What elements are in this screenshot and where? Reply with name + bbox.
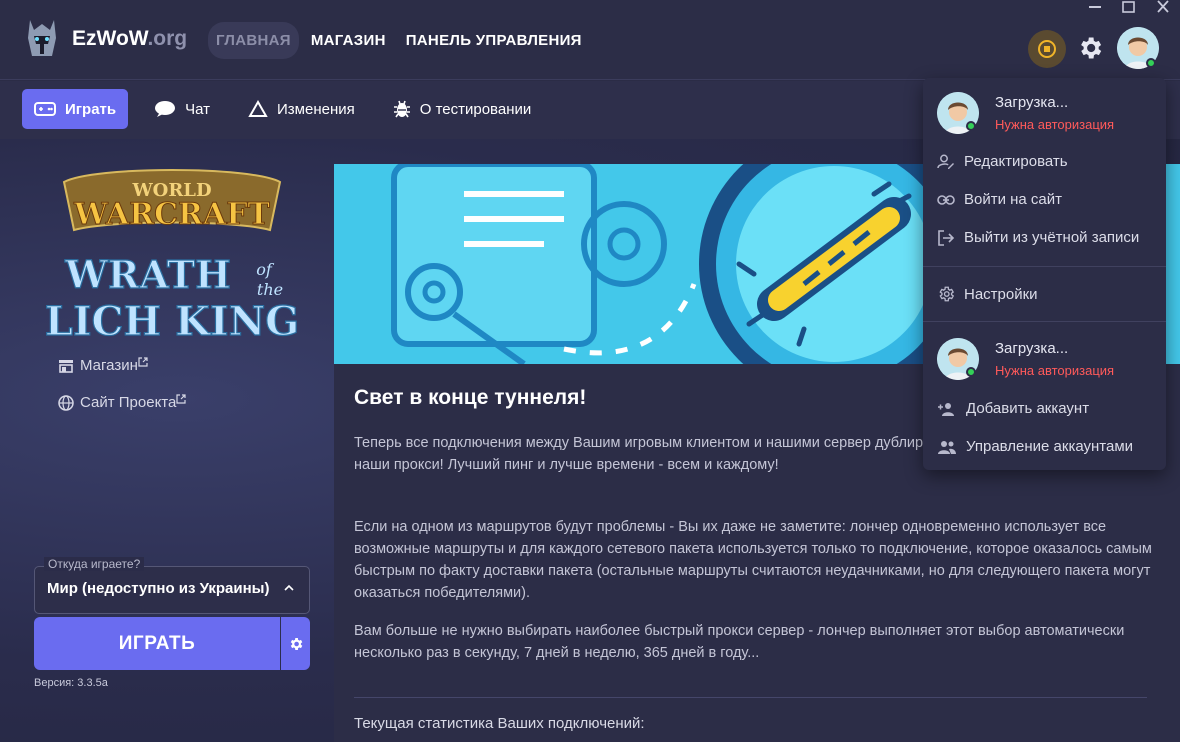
svg-text:WARCRAFT: WARCRAFT	[73, 197, 270, 232]
window-controls	[1078, 0, 1180, 14]
user-edit-icon	[937, 154, 954, 169]
store-icon	[59, 359, 73, 373]
login-site-item[interactable]: Войти на сайт	[937, 191, 1062, 208]
project-site-link-label: Сайт Проекта	[80, 394, 177, 411]
shop-link[interactable]: Магазин	[58, 356, 148, 374]
account-dropdown-menu: Загрузка... Нужна авторизация Редактиров…	[923, 78, 1166, 470]
shop-link-label: Магазин	[80, 357, 138, 374]
triangle-icon	[248, 100, 268, 117]
edit-label: Редактировать	[964, 153, 1068, 170]
settings-label: Настройки	[964, 285, 1038, 303]
external-link-icon	[176, 393, 186, 404]
login-site-label: Войти на сайт	[964, 191, 1063, 208]
logout-item[interactable]: Выйти из учётной записи	[937, 229, 1139, 246]
play-button[interactable]: ИГРАТЬ	[34, 617, 280, 670]
tab-testing[interactable]: О тестировании	[381, 89, 544, 129]
divider	[354, 697, 1147, 698]
tab-changes[interactable]: Изменения	[236, 89, 367, 129]
news-paragraph: Если на одном из маршрутов будут проблем…	[354, 519, 1152, 601]
globe-icon	[58, 394, 74, 411]
add-user-icon	[938, 402, 954, 416]
bug-icon	[393, 100, 410, 118]
chat-bubble-icon	[155, 101, 176, 117]
online-indicator	[1146, 58, 1156, 68]
chevron-up-icon	[284, 581, 294, 595]
main-nav: ГЛАВНАЯ МАГАЗИН ПАНЕЛЬ УПРАВЛЕНИЯ	[208, 22, 590, 59]
close-icon[interactable]	[1146, 0, 1180, 14]
project-site-link[interactable]: Сайт Проекта	[58, 393, 186, 411]
connection-status-button[interactable]	[1028, 30, 1066, 68]
add-account-item[interactable]: Добавить аккаунт	[937, 400, 1089, 417]
svg-text:the: the	[257, 280, 283, 299]
maximize-icon[interactable]	[1112, 0, 1146, 14]
minimize-icon[interactable]	[1078, 0, 1112, 14]
account-item[interactable]: Загрузка... Нужна авторизация	[937, 92, 1157, 138]
manage-accounts-label: Управление аккаунтами	[966, 438, 1134, 455]
tab-play-label: Играть	[65, 100, 117, 118]
gamepad-icon	[34, 102, 56, 116]
region-value: Мир (недоступно из Украины)	[47, 580, 270, 597]
add-account-label: Добавить аккаунт	[966, 400, 1090, 417]
wow-wotlk-logo-icon: WORLD WARCRAFT WRATH of the LICH KING	[44, 169, 300, 346]
tab-chat[interactable]: Чат	[142, 89, 222, 129]
menu-divider	[923, 266, 1166, 267]
account-name: Загрузка...	[995, 340, 1069, 357]
svg-text:of: of	[256, 260, 275, 279]
stop-circle-icon	[1038, 40, 1056, 58]
link-icon	[937, 194, 955, 205]
region-label: Откуда играете?	[44, 557, 145, 571]
version-label: Версия: 3.3.5a	[34, 677, 108, 689]
tab-testing-label: О тестировании	[419, 100, 532, 118]
nav-shop[interactable]: МАГАЗИН	[303, 22, 394, 59]
external-link-icon	[138, 356, 148, 367]
tab-changes-label: Изменения	[277, 100, 355, 118]
news-title: Свет в конце туннеля!	[354, 386, 587, 409]
group-icon	[938, 440, 956, 454]
nav-control-panel[interactable]: ПАНЕЛЬ УПРАВЛЕНИЯ	[398, 22, 590, 59]
account-item[interactable]: Загрузка... Нужна авторизация	[937, 338, 1157, 384]
menu-divider	[923, 321, 1166, 322]
tab-chat-label: Чат	[185, 100, 210, 118]
account-status: Нужна авторизация	[995, 117, 1115, 132]
knight-helmet-logo-icon	[28, 20, 56, 56]
logout-label: Выйти из учётной записи	[964, 229, 1140, 246]
account-name: Загрузка...	[995, 94, 1069, 111]
news-paragraph: Вам больше не нужно выбирать наиболее бы…	[354, 623, 1125, 661]
logout-icon	[938, 229, 955, 246]
nav-home[interactable]: ГЛАВНАЯ	[208, 22, 299, 59]
svg-text:LICH KING: LICH KING	[45, 298, 300, 345]
edit-account-item[interactable]: Редактировать	[937, 153, 1068, 170]
account-status: Нужна авторизация	[995, 363, 1115, 378]
tab-play[interactable]: Играть	[22, 89, 129, 129]
svg-text:WRATH: WRATH	[64, 252, 231, 297]
gear-icon	[939, 286, 955, 302]
manage-accounts-item[interactable]: Управление аккаунтами	[937, 438, 1133, 455]
online-indicator	[966, 121, 976, 131]
gear-icon	[290, 638, 303, 650]
play-settings-button[interactable]	[281, 617, 310, 670]
settings-gear-icon[interactable]	[1076, 34, 1104, 62]
settings-item[interactable]: Настройки	[937, 285, 1038, 303]
brand-name: EzWoW.org	[72, 27, 188, 50]
online-indicator	[966, 367, 976, 377]
connection-stats-label: Текущая статистика Ваших подключений:	[354, 715, 645, 732]
title-bar: EzWoW.org ГЛАВНАЯ МАГАЗИН ПАНЕЛЬ УПРАВЛЕ…	[0, 0, 1180, 80]
